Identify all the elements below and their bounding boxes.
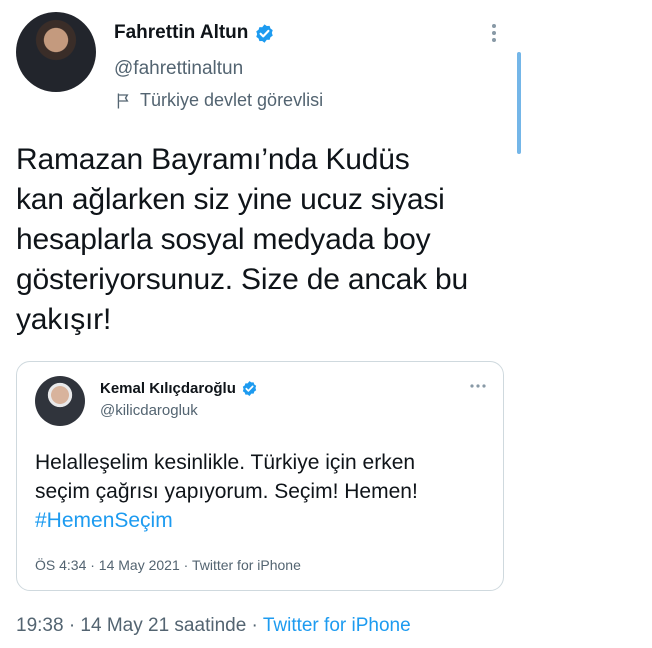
scrollbar[interactable] [517, 52, 521, 154]
verified-badge-icon [242, 381, 257, 396]
quoted-text-line-1: Helalleşelim kesinlikle. Türkiye için er… [35, 451, 416, 474]
tweet-text: Ramazan Bayramı’nda Kudüs kan ağlarken s… [16, 143, 468, 336]
author-avatar[interactable] [16, 12, 96, 92]
more-options-icon[interactable] [486, 22, 502, 44]
quoted-author-name[interactable]: Kemal Kılıçdaroğlu [100, 380, 236, 397]
author-handle[interactable]: @fahrettinaltun [114, 58, 243, 80]
quoted-tweet[interactable]: Kemal Kılıçdaroğlu @kilicdarogluk Helall… [16, 361, 504, 591]
quoted-author-handle[interactable]: @kilicdarogluk [100, 402, 198, 419]
author-name-row: Fahrettin Altun [114, 22, 275, 44]
flag-icon [117, 93, 129, 108]
government-label[interactable]: Türkiye devlet görevlisi [114, 90, 323, 111]
tweet-source-link[interactable]: Twitter for iPhone [263, 615, 411, 636]
tweet-timestamp[interactable]: 19:38 · 14 May 21 saatinde · [16, 615, 263, 636]
quoted-text-line-2: seçim çağrısı yapıyorum. Seçim! Hemen! [35, 480, 418, 503]
quoted-tweet-text: Helalleşelim kesinlikle. Türkiye için er… [35, 448, 495, 535]
government-label-text: Türkiye devlet görevlisi [140, 90, 324, 110]
quoted-tweet-meta: ÖS 4:34 · 14 May 2021 · Twitter for iPho… [35, 557, 301, 573]
tweet-footer: 19:38 · 14 May 21 saatinde · Twitter for… [16, 615, 411, 637]
hashtag-link[interactable]: #HemenSeçim [35, 506, 495, 535]
author-name[interactable]: Fahrettin Altun [114, 22, 248, 44]
quoted-author-name-row: Kemal Kılıçdaroğlu [100, 380, 258, 397]
verified-badge-icon [256, 23, 274, 43]
quoted-author-avatar[interactable] [35, 376, 85, 426]
more-options-icon[interactable] [469, 380, 487, 392]
